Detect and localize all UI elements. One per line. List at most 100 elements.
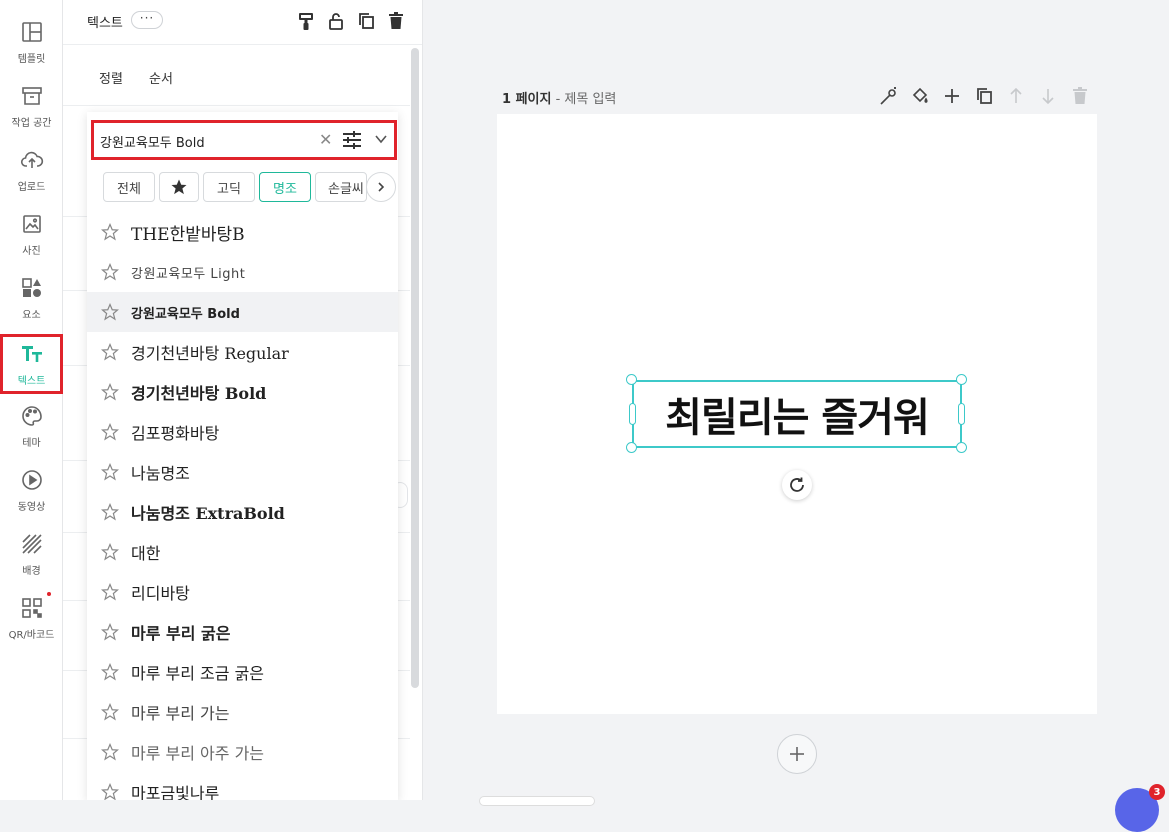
resize-handle-bottom-right[interactable] <box>956 442 967 453</box>
star-outline-icon[interactable] <box>101 423 119 441</box>
rail-item-text[interactable]: 텍스트 <box>0 334 63 394</box>
trash-icon[interactable] <box>387 11 405 31</box>
rail-item-label: 테마 <box>22 437 41 449</box>
star-outline-icon[interactable] <box>101 223 119 241</box>
category-chip-gothic[interactable]: 고딕 <box>203 172 255 202</box>
page-title-input[interactable]: 제목 입력 <box>564 92 616 107</box>
resize-handle-bottom-left[interactable] <box>626 442 637 453</box>
magic-wand-icon[interactable] <box>879 86 897 106</box>
font-list-item[interactable]: 김포평화바탕 <box>87 412 398 452</box>
rail-item-video[interactable]: 동영상 <box>0 460 63 520</box>
star-outline-icon[interactable] <box>101 703 119 721</box>
rail-item-theme[interactable]: 테마 <box>0 396 63 456</box>
duplicate-icon[interactable] <box>357 11 375 31</box>
rotate-button[interactable] <box>782 470 812 500</box>
chip-scroll-next-button[interactable] <box>366 172 396 202</box>
rail-item-label: 업로드 <box>17 181 46 193</box>
rail-item-template[interactable]: 템플릿 <box>0 12 63 72</box>
chevron-down-icon[interactable] <box>374 132 388 146</box>
arrow-down-icon <box>1042 89 1054 105</box>
page-separator: - <box>551 92 565 107</box>
template-icon <box>21 21 42 42</box>
font-list-item[interactable]: 경기천년바탕 Regular <box>87 332 398 372</box>
star-outline-icon[interactable] <box>101 303 119 321</box>
more-button[interactable]: ··· <box>131 11 163 29</box>
subtabs: 정렬 순서 <box>63 46 410 106</box>
font-list-item[interactable]: 경기천년바탕 Bold <box>87 372 398 412</box>
rail-item-qr[interactable]: QR/바코드 <box>0 588 63 648</box>
star-outline-icon[interactable] <box>101 623 119 641</box>
close-icon[interactable]: ✕ <box>319 130 332 149</box>
font-list-item[interactable]: 강원교육모두 Light <box>87 252 398 292</box>
font-name: 나눔명조 ExtraBold <box>131 504 285 523</box>
star-outline-icon[interactable] <box>101 543 119 561</box>
star-outline-icon[interactable] <box>101 343 119 361</box>
panel-scrollbar[interactable] <box>411 48 419 688</box>
font-search-input[interactable] <box>100 131 300 151</box>
font-list-item[interactable]: 나눔명조 <box>87 452 398 492</box>
font-name: 마포금빛나루 <box>131 784 220 800</box>
star-outline-icon[interactable] <box>101 503 119 521</box>
star-outline-icon[interactable] <box>101 263 119 281</box>
panel-title: 텍스트 <box>87 16 123 31</box>
font-list-item[interactable]: 마루 부리 조금 굵은 <box>87 652 398 692</box>
resize-handle-top-left[interactable] <box>626 374 637 385</box>
star-outline-icon[interactable] <box>101 663 119 681</box>
selected-text-box[interactable]: 최릴리는 즐거워 <box>632 380 962 448</box>
text-panel: 텍스트 ··· 정렬 순서 ✕ 전체 고딕 명조 손글씨 <box>63 0 423 800</box>
rail-item-elements[interactable]: 요소 <box>0 268 63 328</box>
font-name: 강원교육모두 Bold <box>131 306 240 322</box>
font-list-item[interactable]: 강원교육모두 Bold <box>87 292 398 332</box>
star-outline-icon[interactable] <box>101 383 119 401</box>
star-outline-icon[interactable] <box>101 583 119 601</box>
rail-item-photo[interactable]: 사진 <box>0 204 63 264</box>
text-icon <box>21 345 42 362</box>
star-filled-icon <box>171 179 187 195</box>
rail-item-upload[interactable]: 업로드 <box>0 140 63 200</box>
font-name: 리디바탕 <box>131 584 190 603</box>
rail-item-workspace[interactable]: 작업 공간 <box>0 76 63 136</box>
rail-item-label: 배경 <box>22 565 41 577</box>
zoom-control[interactable] <box>479 796 595 806</box>
lock-icon[interactable] <box>327 11 345 31</box>
star-outline-icon[interactable] <box>101 463 119 481</box>
rail-item-background[interactable]: 배경 <box>0 524 63 584</box>
format-painter-icon[interactable] <box>297 11 315 31</box>
add-icon[interactable] <box>943 86 961 106</box>
category-chip-favorites[interactable] <box>159 172 199 202</box>
fill-bucket-icon[interactable] <box>911 86 929 106</box>
background-icon <box>21 533 42 554</box>
font-list-item[interactable]: 마루 부리 굵은 <box>87 612 398 652</box>
font-list-item[interactable]: 마포금빛나루 <box>87 772 398 800</box>
font-list-item[interactable]: 대한 <box>87 532 398 572</box>
tab-align[interactable]: 정렬 <box>99 68 123 87</box>
font-name: 강원교육모두 Light <box>131 266 246 282</box>
category-chip-myeongjo[interactable]: 명조 <box>259 172 311 202</box>
star-outline-icon[interactable] <box>101 743 119 761</box>
rail-item-label: 사진 <box>22 245 41 257</box>
font-list-item[interactable]: 나눔명조 ExtraBold <box>87 492 398 532</box>
font-name: 마루 부리 조금 굵은 <box>131 664 265 683</box>
font-list-item[interactable]: 마루 부리 아주 가는 <box>87 732 398 772</box>
filter-sliders-icon[interactable] <box>342 130 362 150</box>
font-list-item[interactable]: THE한밭바탕B <box>87 212 398 252</box>
font-name: THE한밭바탕B <box>131 224 245 245</box>
category-chip-handwriting[interactable]: 손글씨 <box>315 172 367 202</box>
font-name: 대한 <box>131 544 161 563</box>
text-content[interactable]: 최릴리는 즐거워 <box>665 385 930 443</box>
star-outline-icon[interactable] <box>101 783 119 800</box>
tab-order[interactable]: 순서 <box>149 68 173 87</box>
add-icon <box>790 747 804 761</box>
elements-icon <box>21 277 41 297</box>
font-list-item[interactable]: 리디바탕 <box>87 572 398 612</box>
resize-handle-left[interactable] <box>629 403 636 425</box>
resize-handle-top-right[interactable] <box>956 374 967 385</box>
chevron-right-icon <box>378 182 385 192</box>
add-page-button[interactable] <box>777 734 817 774</box>
font-dropdown: ✕ 전체 고딕 명조 손글씨 THE한밭바탕B 강원교육모두 Light 강원교육모… <box>87 112 398 800</box>
font-list-item[interactable]: 마루 부리 가는 <box>87 692 398 732</box>
category-chip-all[interactable]: 전체 <box>103 172 155 202</box>
resize-handle-right[interactable] <box>958 403 965 425</box>
copy-page-icon[interactable] <box>975 86 993 106</box>
design-page[interactable]: 최릴리는 즐거워 <box>497 114 1097 714</box>
